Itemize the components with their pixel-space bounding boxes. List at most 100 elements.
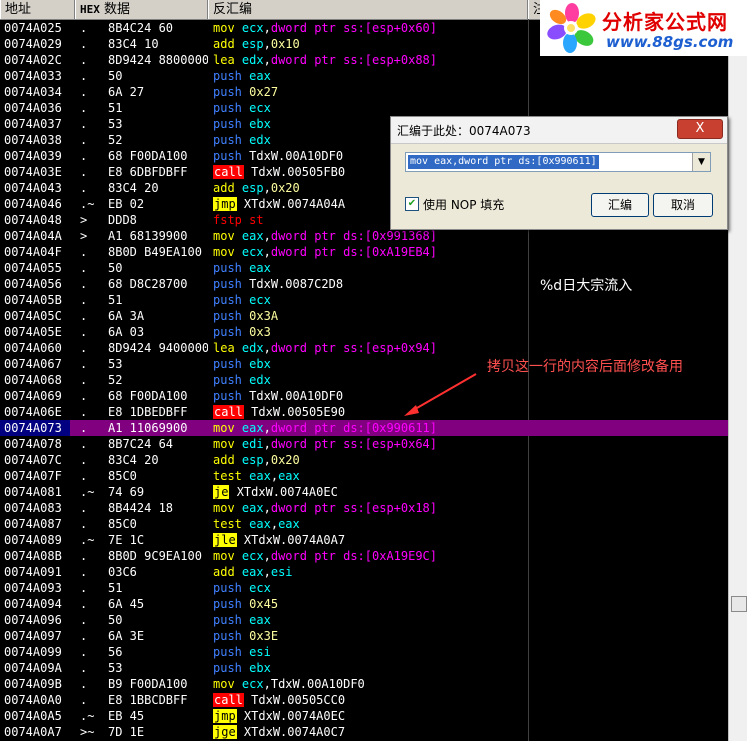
- row-address: 0074A025: [4, 21, 62, 35]
- row-mnemonic: push: [213, 149, 242, 163]
- assemble-input-combo[interactable]: mov eax,dword ptr ds:[0x990611] ▼: [405, 152, 711, 172]
- row-disassembly: mov eax,dword ptr ss:[esp+0x18]: [213, 500, 437, 516]
- row-disassembly: mov eax,dword ptr ds:[0x990611]: [213, 420, 437, 436]
- column-header-hex[interactable]: HEX 数据: [75, 0, 208, 19]
- site-name: 分析家公式网: [602, 10, 728, 34]
- disasm-row[interactable]: 0074A09B. B9 F00DA100 mov ecx,TdxW.00A10DF…: [0, 676, 728, 692]
- row-operand: eax: [249, 69, 271, 83]
- disasm-row[interactable]: 0074A078. 8B7C24 64 mov edi,dword ptr ss:[…: [0, 436, 728, 452]
- row-mnemonic: push: [213, 117, 242, 131]
- row-mnemonic: add: [213, 37, 235, 51]
- row-hex-bytes: 7D 1E: [108, 725, 145, 739]
- column-header-disassembly-label: 反汇编: [213, 2, 253, 17]
- disasm-row[interactable]: 0074A0A0. E8 1BBCDBFF call TdxW.00505CC0: [0, 692, 728, 708]
- disasm-row[interactable]: 0074A069. 68 F00DA100 push TdxW.00A10DF0: [0, 388, 728, 404]
- row-disassembly: push ebx: [213, 356, 271, 372]
- row-disassembly: jle XTdxW.0074A0A7: [213, 532, 345, 548]
- disasm-row[interactable]: 0074A097. 6A 3E push 0x3E: [0, 628, 728, 644]
- disasm-row[interactable]: 0074A081 .~ 74 69 je XTdxW.0074A0EC: [0, 484, 728, 500]
- disasm-row[interactable]: 0074A096. 50 push eax: [0, 612, 728, 628]
- disasm-row[interactable]: 0074A093. 51 push ecx: [0, 580, 728, 596]
- row-hex-bytes: EB 45: [108, 709, 145, 723]
- close-icon: X: [695, 121, 705, 136]
- row-operand: edx: [241, 341, 264, 355]
- chevron-down-icon[interactable]: ▼: [692, 153, 710, 171]
- row-address: 0074A087: [4, 517, 62, 531]
- row-operand: ,: [263, 21, 271, 35]
- row-operand: 0x20: [270, 181, 300, 195]
- disasm-row[interactable]: 0074A094. 6A 45 push 0x45: [0, 596, 728, 612]
- row-hex-bytes: 6A 03: [108, 325, 145, 339]
- disasm-row[interactable]: 0074A033. 50 push eax: [0, 68, 728, 84]
- dialog-close-button[interactable]: X: [677, 119, 723, 139]
- disasm-row[interactable]: 0074A0A5 .~ EB 45 jmp XTdxW.0074A0EC: [0, 708, 728, 724]
- disasm-row[interactable]: 0074A060. 8D9424 94000000 lea edx,dword pt…: [0, 340, 728, 356]
- row-mnemonic: add: [213, 565, 235, 579]
- row-operand: TdxW.00505E90: [251, 405, 346, 419]
- row-mnemonic: push: [213, 325, 242, 339]
- column-header-disassembly[interactable]: 反汇编: [208, 0, 528, 19]
- disasm-row[interactable]: 0074A05E. 6A 03 push 0x3: [0, 324, 728, 340]
- disasm-row[interactable]: 0074A089 .~ 7E 1C jle XTdxW.0074A0A7: [0, 532, 728, 548]
- row-hex-bytes: 6A 27: [108, 85, 145, 99]
- dialog-titlebar[interactable]: 汇编于此处：0074A073 X: [391, 117, 727, 144]
- row-disassembly: lea edx,dword ptr ss:[esp+0x88]: [213, 52, 437, 68]
- disasm-row[interactable]: 0074A055. 50 push eax: [0, 260, 728, 276]
- disasm-row[interactable]: 0074A091. 03C6 add eax,esi: [0, 564, 728, 580]
- row-hex-bytes: 53: [108, 357, 123, 371]
- disasm-row[interactable]: 0074A06E. E8 1DBEDBFF call TdxW.00505E90: [0, 404, 728, 420]
- disasm-row[interactable]: 0074A073. A1 11069900 mov eax,dword ptr ds…: [0, 420, 728, 436]
- disasm-row[interactable]: 0074A0A7 >~ 7D 1E jge XTdxW.0074A0C7: [0, 724, 728, 740]
- row-hex-bytes: 6A 45: [108, 597, 145, 611]
- row-operand: ,: [263, 53, 271, 67]
- row-disassembly: push edx: [213, 372, 271, 388]
- nop-fill-label[interactable]: 使用 NOP 填充: [423, 196, 504, 213]
- disasm-row[interactable]: 0074A083. 8B4424 18 mov eax,dword ptr ss:[…: [0, 500, 728, 516]
- row-operand: ,: [263, 565, 271, 579]
- row-disassembly: jmp XTdxW.0074A04A: [213, 196, 345, 212]
- disasm-row[interactable]: 0074A09A. 53 push ebx: [0, 660, 728, 676]
- row-disassembly: push ecx: [213, 580, 271, 596]
- row-operand: TdxW.00505CC0: [251, 693, 346, 707]
- row-address: 0074A046: [4, 197, 62, 211]
- vertical-scrollbar[interactable]: [728, 40, 747, 741]
- assemble-input-value[interactable]: mov eax,dword ptr ds:[0x990611]: [408, 155, 599, 169]
- row-mnemonic: push: [213, 645, 242, 659]
- row-mnemonic: test: [213, 517, 242, 531]
- cancel-button[interactable]: 取消: [653, 193, 713, 217]
- row-operand: ecx: [241, 677, 264, 691]
- row-address: 0074A099: [4, 645, 62, 659]
- row-flow-marker: .~: [80, 709, 95, 723]
- row-address: 0074A05B: [4, 293, 62, 307]
- row-mnemonic: call: [213, 405, 244, 419]
- nop-fill-checkbox[interactable]: ✔: [405, 197, 419, 211]
- row-flow-marker: .: [80, 245, 88, 259]
- assemble-button[interactable]: 汇编: [591, 193, 649, 217]
- row-operand: esp: [241, 453, 264, 467]
- row-flow-marker: .: [80, 421, 88, 435]
- disasm-row[interactable]: 0074A04A > A1 68139900 mov eax,dword ptr ds…: [0, 228, 728, 244]
- row-operand: esi: [249, 645, 271, 659]
- row-operand: edx: [241, 53, 264, 67]
- row-flow-marker: .: [80, 501, 88, 515]
- row-operand: ebx: [249, 117, 271, 131]
- disasm-row[interactable]: 0074A087. 85C0 test eax,eax: [0, 516, 728, 532]
- disasm-row[interactable]: 0074A07C. 83C4 20 add esp,0x20: [0, 452, 728, 468]
- row-disassembly: push 0x27: [213, 84, 278, 100]
- disasm-row[interactable]: 0074A099. 56 push esi: [0, 644, 728, 660]
- disasm-row[interactable]: 0074A07F. 85C0 test eax,eax: [0, 468, 728, 484]
- row-disassembly: call TdxW.00505CC0: [213, 692, 345, 708]
- disasm-row[interactable]: 0074A036. 51 push ecx: [0, 100, 728, 116]
- scrollbar-thumb[interactable]: [731, 596, 747, 612]
- row-disassembly: mov ecx,dword ptr ss:[esp+0x60]: [213, 20, 437, 36]
- row-hex-bytes: 8B0D B49EA100: [108, 245, 202, 259]
- column-header-address[interactable]: 地址: [0, 0, 75, 19]
- row-address: 0074A039: [4, 149, 62, 163]
- disasm-row[interactable]: 0074A034. 6A 27 push 0x27: [0, 84, 728, 100]
- row-operand: 0x27: [249, 85, 279, 99]
- row-flow-marker: .: [80, 101, 88, 115]
- disasm-row[interactable]: 0074A04F. 8B0D B49EA100 mov ecx,dword ptr …: [0, 244, 728, 260]
- row-operand: eax: [249, 517, 271, 531]
- disasm-row[interactable]: 0074A08B. 8B0D 9C9EA100 mov ecx,dword ptr …: [0, 548, 728, 564]
- disasm-row[interactable]: 0074A05C. 6A 3A push 0x3A: [0, 308, 728, 324]
